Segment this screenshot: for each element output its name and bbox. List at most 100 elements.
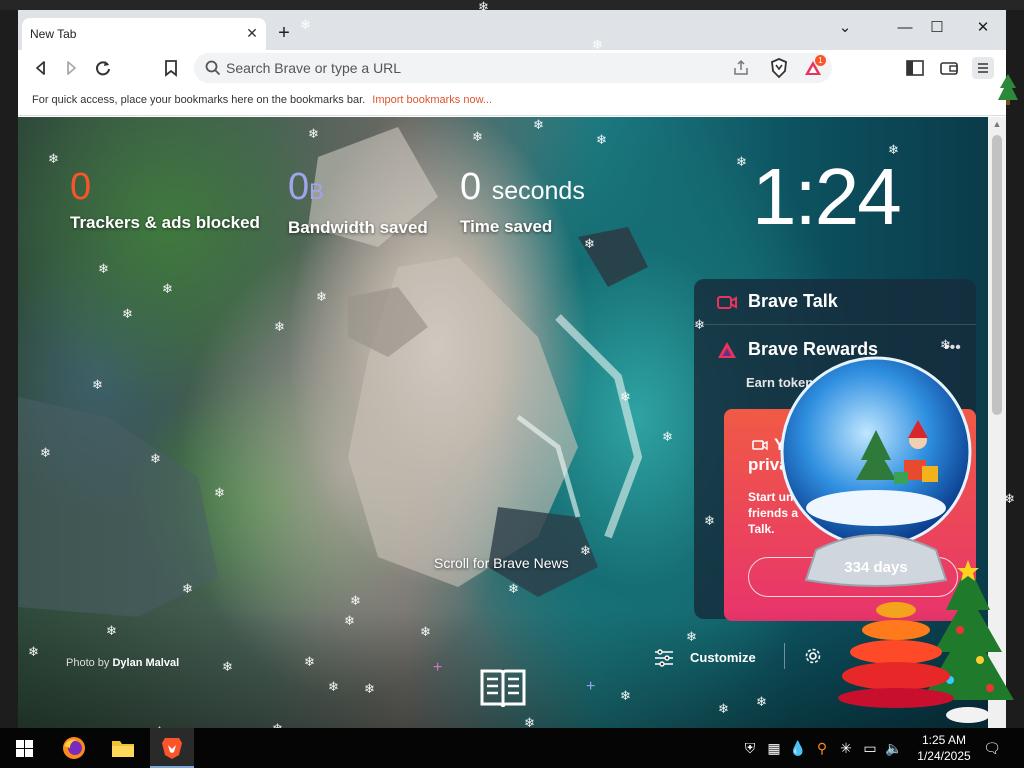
snowflake-icon: ❄ <box>28 644 39 659</box>
snowflake-icon: ❄ <box>888 142 899 157</box>
bookmarks-bar: For quick access, place your bookmarks h… <box>18 86 1006 116</box>
settings-gear-icon[interactable] <box>802 645 824 667</box>
tab-close-button[interactable]: ✕ <box>244 25 260 41</box>
bandwidth-unit: B <box>309 179 324 204</box>
stat-time-saved: 0 seconds Time saved <box>460 167 585 237</box>
snowflake-icon: ❄ <box>162 281 173 296</box>
snowflake-icon: ❄ <box>620 389 631 404</box>
taskbar-brave[interactable] <box>150 728 194 768</box>
time-saved-unit: seconds <box>491 177 585 205</box>
search-icon <box>205 60 221 76</box>
snowflake-icon: ❄ <box>533 117 544 132</box>
snowflake-icon: ❄ <box>1004 491 1015 506</box>
snowflake-icon: ❄ <box>472 129 483 144</box>
snowflake-icon: ❄ <box>662 429 673 444</box>
back-button[interactable] <box>30 57 52 79</box>
snowflake-icon: ❄ <box>704 513 715 528</box>
tray-network-icon[interactable]: ▭ <box>860 738 880 758</box>
brave-news-icon[interactable] <box>478 665 528 711</box>
snowflake-icon: ❄ <box>736 154 747 169</box>
snowflake-icon: ❄ <box>350 593 361 608</box>
windows-taskbar: ⛨ ▦ 💧 ⚲ ✳ ▭ 🔈 1:25 AM 1/24/2025 🗨 <box>0 728 1024 768</box>
tray-drop-icon[interactable]: 💧 <box>788 738 808 758</box>
taskbar-file-explorer[interactable] <box>101 728 145 768</box>
snowflake-icon: ❄ <box>214 485 225 500</box>
forward-button[interactable] <box>60 57 82 79</box>
new-tab-button[interactable]: + <box>274 23 294 43</box>
tray-security-icon[interactable]: ⛨ <box>740 738 760 758</box>
clock: 1:24 <box>752 152 902 241</box>
sidebar-icon <box>906 60 924 76</box>
snowflake-icon: ❄ <box>122 306 133 321</box>
taskbar-clock[interactable]: 1:25 AM 1/24/2025 <box>914 732 974 764</box>
wallet-icon <box>940 62 958 75</box>
time-saved-value: 0 <box>460 166 482 208</box>
snowflake-icon: ❄ <box>596 132 607 147</box>
sparkle-icon: + <box>433 659 443 676</box>
snowflake-icon: ❄ <box>592 37 603 52</box>
trackers-count: 0 <box>70 166 92 208</box>
minimize-button[interactable]: — <box>890 18 920 38</box>
tray-network-drive-icon[interactable]: ▦ <box>764 738 784 758</box>
toolbar-divider <box>784 643 785 669</box>
scroll-for-news-label[interactable]: Scroll for Brave News <box>434 555 569 571</box>
import-bookmarks-link[interactable]: Import bookmarks now... <box>372 94 492 106</box>
photo-credit-prefix: Photo by <box>66 657 110 669</box>
photo-credit-author[interactable]: Dylan Malval <box>112 657 179 669</box>
sidebar-toggle-button[interactable] <box>904 57 926 79</box>
rewards-badge: 1 <box>815 55 826 66</box>
taskbar-firefox[interactable] <box>52 728 96 768</box>
forward-arrow-icon <box>67 61 76 75</box>
tray-snowflake-icon[interactable]: ✳ <box>836 738 856 758</box>
sliders-icon <box>655 649 673 667</box>
wallet-button[interactable] <box>938 57 960 79</box>
snowflake-icon: ❄ <box>508 581 519 596</box>
start-button[interactable] <box>2 728 46 768</box>
snowflake-icon: ❄ <box>694 317 705 332</box>
brave-talk-widget[interactable]: Brave Talk <box>694 279 976 325</box>
snowflake-icon: ❄ <box>222 659 233 674</box>
globe-days-label: 334 days <box>844 559 907 576</box>
reload-button[interactable] <box>92 57 114 79</box>
scrollbar-thumb[interactable] <box>992 135 1002 415</box>
main-menu-button[interactable] <box>972 57 994 79</box>
snowflake-icon: ❄ <box>420 624 431 639</box>
bookmark-icon <box>165 60 177 77</box>
maximize-button[interactable]: ☐ <box>922 18 952 38</box>
snowflake-icon: ❄ <box>150 451 161 466</box>
snow-globe-decoration: 334 days <box>780 356 972 587</box>
share-icon[interactable] <box>732 59 750 77</box>
brave-rewards-button[interactable]: 1 <box>802 55 826 79</box>
reload-icon <box>96 61 110 76</box>
snowflake-icon: ❄ <box>364 681 375 696</box>
snowflake-icon: ❄ <box>940 337 951 352</box>
video-camera-icon <box>717 296 737 309</box>
hamburger-menu-icon <box>978 63 988 73</box>
snowflake-icon: ❄ <box>344 613 355 628</box>
time-saved-label: Time saved <box>460 217 553 236</box>
tray-volume-icon[interactable]: 🔈 <box>884 738 904 758</box>
snowflake-icon: ❄ <box>584 236 595 251</box>
scroll-up-arrow-icon[interactable]: ▲ <box>992 119 1002 131</box>
bookmark-button[interactable] <box>160 57 182 79</box>
tab-search-dropdown-button[interactable]: ⌄ <box>830 18 860 38</box>
snowflake-icon: ❄ <box>316 289 327 304</box>
desktop-top-strip <box>0 0 1024 10</box>
address-bar[interactable] <box>194 53 832 83</box>
tray-search-icon[interactable]: ⚲ <box>812 738 832 758</box>
tab-title: New Tab <box>30 27 77 41</box>
snowflake-icon: ❄ <box>718 701 729 716</box>
brave-talk-title: Brave Talk <box>748 291 838 311</box>
tab-new-tab[interactable]: New Tab ✕ <box>22 18 266 50</box>
stat-trackers: 0 Trackers & ads blocked <box>70 167 260 233</box>
snowflake-icon: ❄ <box>686 629 697 644</box>
snowflake-icon: ❄ <box>308 126 319 141</box>
bookmarks-hint-text: For quick access, place your bookmarks h… <box>32 94 366 106</box>
url-input[interactable] <box>226 59 706 77</box>
brave-shields-button[interactable] <box>768 57 790 79</box>
promo-camera-icon <box>752 440 768 451</box>
brave-lion-icon <box>162 738 182 759</box>
snowflake-icon: ❄ <box>478 0 489 14</box>
close-window-button[interactable]: ✕ <box>968 18 998 38</box>
notification-center-icon[interactable]: 🗨 <box>982 738 1002 758</box>
